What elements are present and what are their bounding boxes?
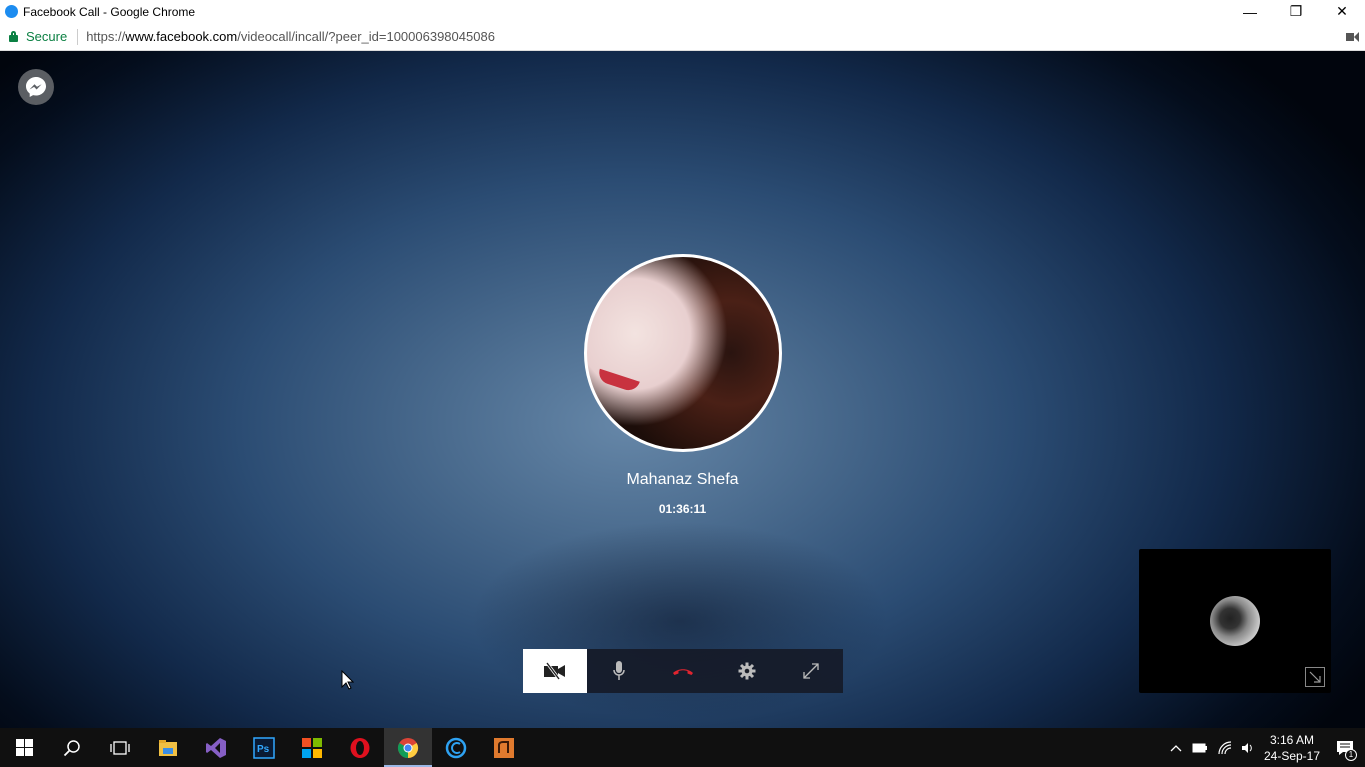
messenger-icon[interactable] (18, 69, 54, 105)
hang-up-icon (673, 669, 693, 675)
wifi-icon (1218, 740, 1232, 754)
speaker-icon (1242, 742, 1252, 753)
task-view-button[interactable] (96, 728, 144, 767)
gear-icon (738, 662, 756, 680)
lock-icon[interactable] (9, 31, 18, 42)
opera-button[interactable] (336, 728, 384, 767)
address-separator (77, 28, 79, 45)
opera-icon (350, 737, 370, 758)
network-button[interactable] (1213, 728, 1237, 767)
microphone-icon (613, 661, 625, 680)
clock-time: 3:16 AM (1269, 732, 1315, 747)
mouse-cursor (341, 670, 354, 690)
ccleaner-button[interactable] (432, 728, 480, 767)
photoshop-icon: Ps (253, 736, 275, 759)
store-icon (302, 737, 322, 758)
peer-avatar (584, 254, 782, 452)
settings-button[interactable] (715, 649, 779, 693)
chrome-icon (397, 737, 419, 758)
visual-studio-icon (206, 737, 226, 758)
orange-app-icon (494, 737, 514, 758)
chrome-button[interactable] (384, 728, 432, 767)
fullscreen-button[interactable] (779, 649, 843, 693)
call-controls (523, 649, 843, 693)
messenger-tab-icon (5, 5, 18, 18)
battery-button[interactable] (1187, 728, 1213, 767)
task-view-icon (110, 740, 130, 755)
call-duration: 01:36:11 (658, 502, 707, 516)
secure-label[interactable]: Secure (26, 29, 67, 44)
camera-in-use-icon[interactable] (1346, 32, 1359, 42)
taskbar: Ps 3:16 AM 24-Sep-17 1 (0, 728, 1365, 767)
url-scheme: https:// (86, 29, 126, 44)
volume-button[interactable] (1237, 728, 1259, 767)
windows-logo-icon (15, 739, 33, 756)
svg-text:Ps: Ps (257, 744, 270, 755)
end-call-button[interactable] (651, 649, 715, 693)
search-button[interactable] (48, 728, 96, 767)
peer-name: Mahanaz Shefa (626, 471, 739, 488)
visual-studio-button[interactable] (192, 728, 240, 767)
url-path: /videocall/incall/?peer_id=1000063980450… (237, 29, 495, 44)
self-view-panel[interactable] (1139, 549, 1331, 693)
show-hidden-icons-button[interactable] (1165, 728, 1187, 767)
orange-app-button[interactable] (480, 728, 528, 767)
action-center-button[interactable]: 1 (1325, 728, 1365, 767)
photoshop-button[interactable]: Ps (240, 728, 288, 767)
resize-arrow-icon (1309, 671, 1321, 683)
microphone-button[interactable] (587, 649, 651, 693)
file-explorer-button[interactable] (144, 728, 192, 767)
expand-icon (803, 663, 819, 679)
self-view-expand-button[interactable] (1305, 667, 1325, 687)
chevron-up-icon (1170, 744, 1182, 751)
folder-icon (159, 739, 177, 756)
url-host: www.facebook.com (125, 29, 238, 44)
window-title: Facebook Call - Google Chrome (23, 4, 196, 19)
address-bar[interactable]: Secure https://www.facebook.com/videocal… (0, 23, 1365, 51)
start-button[interactable] (0, 728, 48, 767)
restore-button[interactable]: ❐ (1273, 0, 1319, 23)
windows-store-button[interactable] (288, 728, 336, 767)
window-titlebar: Facebook Call - Google Chrome — ❐ ✕ (0, 0, 1365, 23)
url-text[interactable]: https://www.facebook.com/videocall/incal… (86, 29, 495, 44)
video-off-icon (544, 662, 565, 680)
clock-date: 24-Sep-17 (1263, 748, 1321, 763)
window-controls: — ❐ ✕ (1227, 0, 1365, 23)
close-button[interactable]: ✕ (1319, 0, 1365, 23)
search-icon (63, 739, 80, 756)
taskbar-clock[interactable]: 3:16 AM 24-Sep-17 (1259, 732, 1325, 764)
call-stage: Mahanaz Shefa 01:36:11 (0, 51, 1365, 728)
ccleaner-icon (445, 737, 467, 758)
notification-count: 1 (1345, 749, 1357, 761)
minimize-button[interactable]: — (1227, 0, 1273, 23)
battery-icon (1192, 743, 1207, 752)
video-toggle-button[interactable] (523, 649, 587, 693)
self-avatar (1210, 596, 1260, 646)
system-tray: 3:16 AM 24-Sep-17 1 (1165, 728, 1365, 767)
